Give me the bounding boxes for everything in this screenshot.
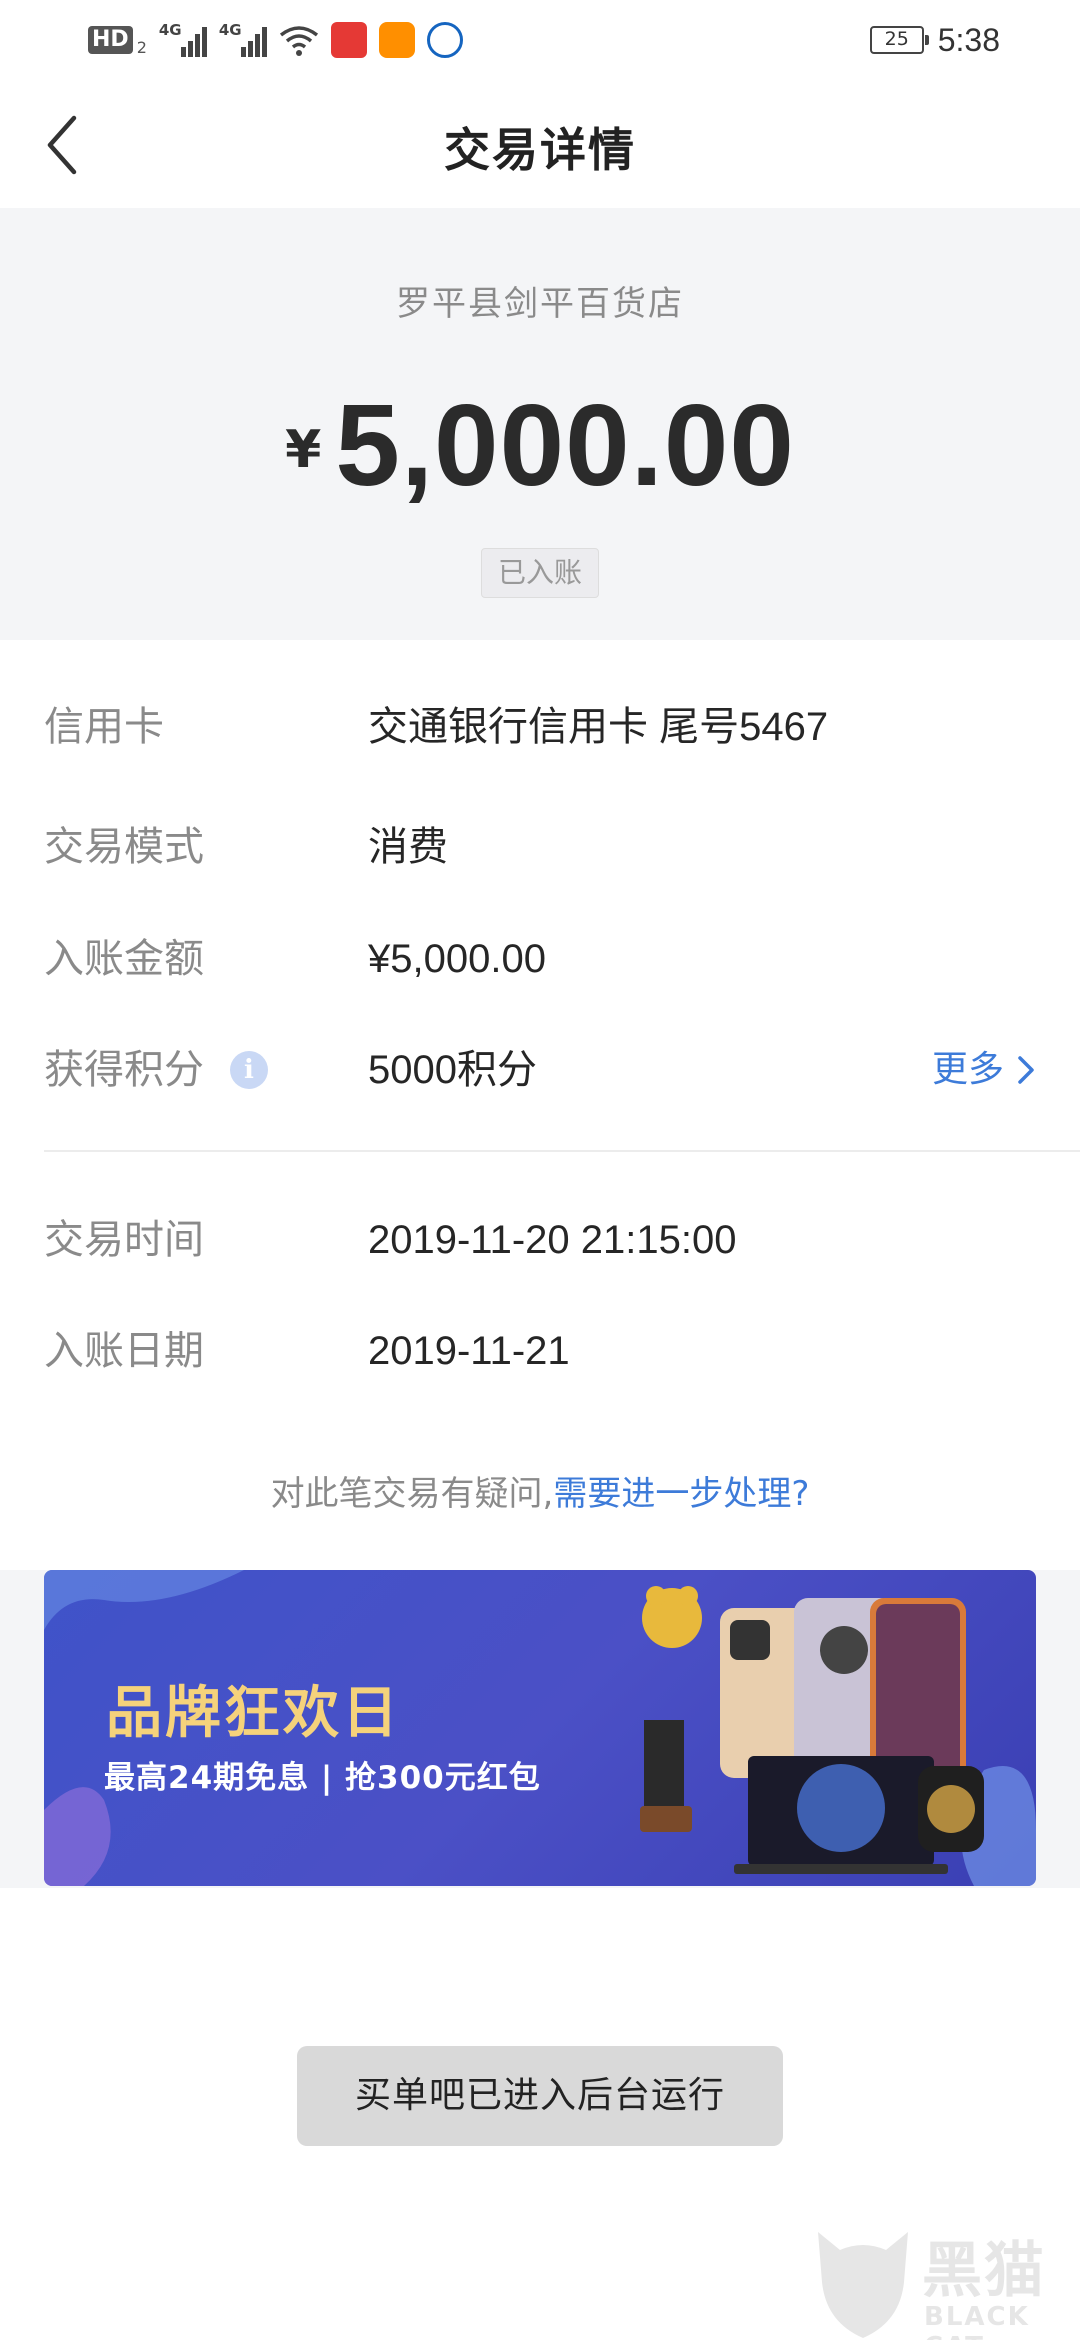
more-label: 更多 [931,1049,1004,1090]
cat-logo-icon [818,2232,908,2338]
merchant-name: 罗平县剑平百货店 [396,284,684,324]
watermark: 黑猫 BLACK CAT [810,2222,1080,2340]
page-title: 交易详情 [444,123,636,177]
network-type-label: 4G [218,21,242,39]
detail-label: 入账金额 [44,936,204,982]
detail-row-time: 交易时间 2019-11-20 21:15:00 [0,1210,1080,1270]
amount-value: 5,000.00 [335,380,795,510]
clock: 5:38 [937,21,1000,58]
detail-row-posted-amount: 入账金额 ¥5,000.00 [0,929,1080,989]
detail-label: 信用卡 [44,704,164,750]
status-bar: HD 2 4G 4G 25 5:38 [0,0,1080,80]
amount: ¥5,000.00 [0,378,1080,512]
promo-banner[interactable]: 品牌狂欢日 最高24期免息 | 抢300元红包 [44,1570,1036,1886]
wifi-icon [279,26,318,56]
banner-title: 品牌狂欢日 [106,1681,401,1746]
detail-row-points: 获得积分 i 5000积分 更多 [0,1040,1080,1100]
detail-row-mode: 交易模式 消费 [0,817,1080,877]
detail-label: 入账日期 [44,1328,204,1374]
dispute-link[interactable]: 需要进一步处理? [553,1474,809,1514]
status-bar-right: 25 5:38 [869,18,1000,62]
signal-icon: 4G [158,21,207,57]
status-bar-left: HD 2 4G 4G [88,18,463,62]
detail-row-card: 信用卡 交通银行信用卡 尾号5467 [0,697,1080,757]
detail-value: ¥5,000.00 [368,937,546,981]
status-badge: 已入账 [481,548,599,598]
dispute-prompt: 对此笔交易有疑问,需要进一步处理? [0,1466,1080,1515]
uc-browser-icon [378,22,415,58]
banner-section: 品牌狂欢日 最高24期免息 | 抢300元红包 [0,1570,1080,1888]
detail-label: 交易时间 [44,1217,204,1263]
hd-indicator: HD [88,26,133,54]
detail-value: 2019-11-21 [368,1329,570,1373]
banner-subtitle: 最高24期免息 | 抢300元红包 [104,1760,541,1796]
detail-value: 消费 [368,825,448,869]
dispute-prompt-text: 对此笔交易有疑问, [270,1474,554,1514]
nav-bar: 交易详情 [0,80,1080,208]
detail-value: 5000积分 [368,1048,537,1092]
currency-symbol: ¥ [285,420,322,480]
battery-icon: 25 [869,26,929,54]
detail-value: 交通银行信用卡 尾号5467 [368,705,829,749]
info-icon[interactable]: i [230,1051,268,1089]
detail-label: 获得积分 [44,1047,204,1093]
hd-indicator-sub: 2 [136,37,147,57]
detail-label: 交易模式 [44,824,204,870]
toast-message: 买单吧已进入后台运行 [297,2046,783,2146]
cmcc-icon [426,22,463,58]
watermark-text: 黑猫 [922,2236,1046,2306]
transaction-summary: 罗平县剑平百货店 ¥5,000.00 已入账 [0,208,1080,640]
signal-icon: 4G [218,21,267,57]
detail-value: 2019-11-20 21:15:00 [368,1218,737,1262]
watermark-subtext: BLACK CAT [924,2302,1030,2340]
network-type-label: 4G [158,21,182,39]
more-points-link[interactable]: 更多 [932,1040,1036,1100]
divider [44,1150,1080,1152]
chevron-right-icon [1018,1056,1034,1084]
detail-row-date: 入账日期 2019-11-21 [0,1321,1080,1381]
app-notification-icon [330,22,367,58]
